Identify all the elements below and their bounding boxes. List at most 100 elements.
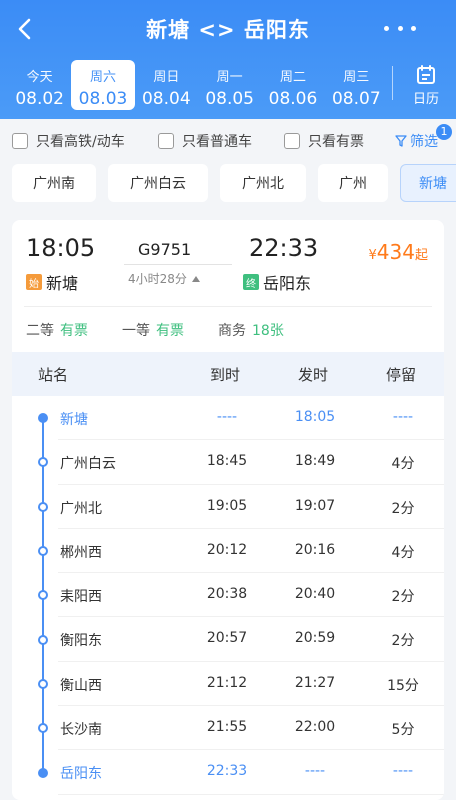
- station-chip-selected[interactable]: 新塘: [400, 164, 456, 202]
- stop-arrive: 21:55: [206, 719, 248, 736]
- column-header-depart: 发时: [298, 366, 329, 384]
- duration-toggle[interactable]: 4小时28分: [128, 270, 200, 287]
- filter-bar: 只看高铁/动车 只看普通车 只看有票 筛选: [0, 120, 456, 162]
- date-value: 08.03: [78, 89, 128, 109]
- date-tab[interactable]: 周二 08.06: [261, 58, 324, 110]
- station-chip[interactable]: 广州南: [12, 164, 96, 202]
- origin-station: 始 新塘: [26, 270, 78, 294]
- table-row: 岳阳东 22:33 ---- ----: [12, 750, 444, 795]
- date-selector: 今天 08.02 周六 08.03 周日 08.04 周一 08.05 周二 0…: [8, 58, 388, 112]
- stop-list: 新塘 ---- 18:05 ---- 广州白云 18:45 18:49 4分 广…: [12, 396, 444, 795]
- date-weekday: 周日: [153, 70, 180, 85]
- date-divider: [392, 66, 393, 100]
- seat-status: 18张: [252, 323, 284, 339]
- duration-text: 4小时28分: [128, 272, 187, 286]
- seat-class: 一等: [122, 323, 150, 339]
- stop-depart: 18:05: [294, 409, 336, 425]
- date-tab-today[interactable]: 今天 08.02: [8, 58, 71, 110]
- caret-up-icon: [191, 275, 200, 282]
- date-tab[interactable]: 周三 08.07: [325, 58, 388, 110]
- date-tab[interactable]: 周日 08.04: [135, 58, 198, 110]
- filter-label: 只看普通车: [182, 134, 252, 150]
- filter-normal-checkbox[interactable]: 只看普通车: [158, 131, 252, 151]
- date-tab-selected[interactable]: 周六 08.03: [71, 60, 135, 110]
- date-tab[interactable]: 周一 08.05: [198, 58, 261, 110]
- stop-duration: 2分: [391, 500, 415, 517]
- checkbox-box: [12, 133, 28, 149]
- origin-station-name: 新塘: [46, 274, 79, 293]
- column-header-station: 站名: [38, 366, 69, 384]
- table-row: 耒阳西 20:38 20:40 2分: [12, 573, 444, 618]
- route-node: [38, 502, 48, 512]
- stop-depart: ----: [304, 763, 326, 780]
- stop-duration: 2分: [391, 633, 415, 650]
- stop-duration: 4分: [391, 456, 415, 473]
- stop-depart: 19:07: [294, 497, 336, 514]
- route-node: [38, 590, 48, 600]
- start-tag: 始: [26, 274, 42, 290]
- filter-count-badge: 1: [436, 124, 452, 140]
- stop-arrive: 21:12: [206, 674, 248, 691]
- date-weekday: 周一: [216, 70, 243, 85]
- column-header-arrive: 到时: [210, 366, 241, 384]
- checkbox-box: [284, 133, 300, 149]
- route-node: [38, 635, 48, 645]
- price: ¥434起: [369, 240, 428, 264]
- stop-name: 衡阳东: [60, 633, 102, 650]
- date-weekday: 周二: [279, 70, 306, 85]
- table-row: 广州白云 18:45 18:49 4分: [12, 440, 444, 485]
- stop-arrive: 20:57: [206, 630, 248, 647]
- table-row: 长沙南 21:55 22:00 5分: [12, 706, 444, 751]
- route-node: [38, 679, 48, 689]
- train-detail-card: 18:05 G9751 4小时28分 22:33 ¥434起 始 新塘 终 岳阳…: [12, 220, 444, 800]
- station-chip[interactable]: 广州北: [220, 164, 306, 202]
- more-dot-icon: [411, 25, 416, 31]
- card-divider: [24, 306, 432, 307]
- date-weekday: 周六: [89, 70, 116, 85]
- screen-button[interactable]: 筛选: [395, 131, 438, 151]
- seat-class: 商务: [218, 323, 246, 339]
- stop-arrive: 19:05: [206, 497, 248, 514]
- table-header: 站名 到时 发时 停留: [12, 352, 444, 396]
- seat-second-class: 二等 有票: [26, 320, 88, 340]
- station-chip[interactable]: 广州白云: [108, 164, 208, 202]
- seat-status: 有票: [156, 323, 184, 339]
- stop-name: 岳阳东: [60, 766, 102, 783]
- checkbox-box: [158, 133, 174, 149]
- arrival-time: 22:33: [249, 234, 319, 262]
- screen-label: 筛选: [410, 134, 438, 150]
- stop-depart: 20:40: [294, 586, 336, 603]
- date-value: 08.02: [15, 89, 64, 109]
- station-chip[interactable]: 广州: [318, 164, 388, 202]
- stop-arrive: ----: [216, 409, 238, 425]
- stop-name: 耒阳西: [60, 589, 102, 606]
- filter-label: 只看有票: [308, 134, 364, 150]
- date-value: 08.07: [331, 89, 381, 109]
- stop-name: 衡山西: [60, 677, 102, 694]
- stop-duration: 2分: [391, 589, 415, 606]
- table-row: 广州北 19:05 19:07 2分: [12, 485, 444, 530]
- stop-depart: 20:59: [294, 630, 336, 647]
- filter-highspeed-checkbox[interactable]: 只看高铁/动车: [12, 131, 125, 151]
- table-row: 衡山西 21:12 21:27 15分: [12, 662, 444, 707]
- filter-available-checkbox[interactable]: 只看有票: [284, 131, 364, 151]
- calendar-button[interactable]: 日历: [400, 60, 452, 112]
- more-menu-button[interactable]: [384, 16, 416, 40]
- column-header-stop: 停留: [386, 366, 417, 384]
- price-suffix: 起: [414, 248, 428, 263]
- date-weekday: 今天: [26, 70, 53, 85]
- destination-station-name: 岳阳东: [263, 274, 312, 293]
- route-node-end: [38, 768, 48, 778]
- funnel-icon: [395, 135, 407, 147]
- stop-arrive: 20:38: [206, 586, 248, 603]
- stop-depart: 22:00: [294, 719, 336, 736]
- stop-depart: 18:49: [294, 453, 336, 470]
- stop-name: 郴州西: [60, 544, 102, 561]
- stop-arrive: 20:12: [206, 541, 248, 558]
- stop-duration: ----: [392, 409, 414, 425]
- stop-name: 广州北: [60, 500, 102, 517]
- train-number: G9751: [138, 240, 192, 259]
- seat-first-class: 一等 有票: [122, 320, 184, 340]
- stop-name: 广州白云: [60, 456, 116, 473]
- seat-status: 有票: [60, 323, 88, 339]
